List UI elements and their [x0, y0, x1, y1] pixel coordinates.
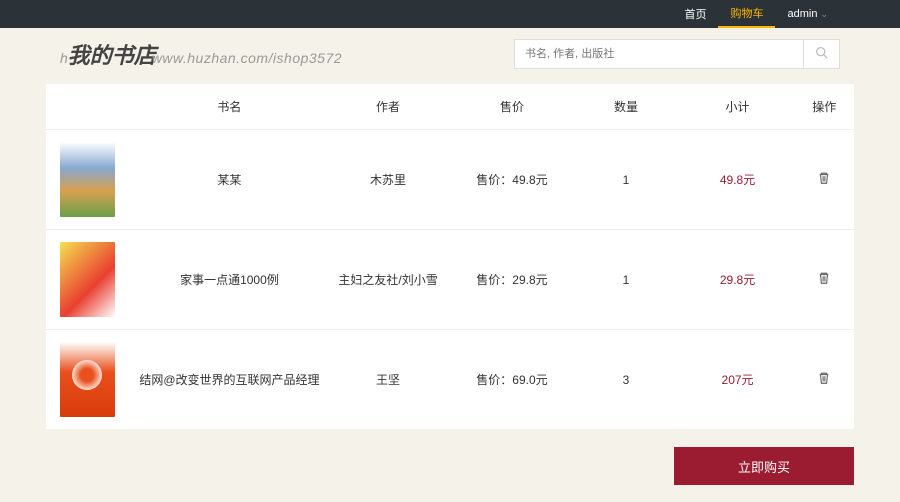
table-header-row: 书名 作者 售价 数量 小计 操作 — [46, 84, 854, 129]
cell-subtotal: 29.8元 — [681, 271, 795, 288]
cell-name: 结网@改变世界的互联网产品经理 — [135, 371, 323, 388]
cell-thumb — [46, 342, 135, 417]
watermark-text: www.huzhan.com/ishop3572 — [152, 50, 342, 66]
trash-icon — [817, 374, 831, 388]
search-wrap — [514, 39, 840, 69]
col-name-header: 书名 — [135, 98, 323, 115]
cell-action — [795, 171, 854, 188]
header: h 我的书店 www.huzhan.com/ishop3572 — [0, 28, 900, 84]
chevron-down-icon: ⌄ — [820, 9, 828, 20]
col-price-header: 售价 — [453, 98, 572, 115]
cell-author: 木苏里 — [324, 171, 453, 188]
table-row: 家事一点通1000例 主妇之友社/刘小雪 售价：29.8元 1 29.8元 — [46, 229, 854, 329]
logo-area: h 我的书店 www.huzhan.com/ishop3572 — [60, 38, 342, 70]
cell-quantity: 1 — [571, 173, 680, 187]
col-thumb-header — [46, 98, 135, 115]
delete-button[interactable] — [817, 171, 831, 185]
cell-quantity: 1 — [571, 273, 680, 287]
cell-price: 售价：49.8元 — [453, 171, 572, 188]
table-row: 结网@改变世界的互联网产品经理 王坚 售价：69.0元 3 207元 — [46, 329, 854, 429]
col-qty-header: 数量 — [571, 98, 680, 115]
cell-name: 家事一点通1000例 — [135, 271, 323, 288]
delete-button[interactable] — [817, 271, 831, 285]
cell-action — [795, 371, 854, 388]
cell-subtotal: 49.8元 — [681, 171, 795, 188]
col-subtotal-header: 小计 — [681, 98, 795, 115]
table-row: 某某 木苏里 售价：49.8元 1 49.8元 — [46, 129, 854, 229]
book-thumbnail — [60, 142, 115, 217]
cell-price: 售价：29.8元 — [453, 271, 572, 288]
cell-action — [795, 271, 854, 288]
col-author-header: 作者 — [324, 98, 453, 115]
cart-content: 书名 作者 售价 数量 小计 操作 某某 木苏里 售价：49.8元 1 49.8… — [46, 84, 854, 429]
footer-bar: 立即购买 — [46, 447, 854, 485]
trash-icon — [817, 174, 831, 188]
cell-name: 某某 — [135, 171, 323, 188]
site-title: 我的书店 — [68, 38, 156, 70]
trash-icon — [817, 274, 831, 288]
cell-price: 售价：69.0元 — [453, 371, 572, 388]
book-thumbnail — [60, 242, 115, 317]
col-action-header: 操作 — [795, 98, 854, 115]
watermark-prefix: h — [60, 50, 68, 66]
search-icon — [815, 46, 828, 62]
nav-user-label: admin — [787, 8, 817, 20]
nav-user-dropdown[interactable]: admin ⌄ — [775, 0, 840, 28]
search-input[interactable] — [514, 39, 804, 69]
cell-subtotal: 207元 — [681, 371, 795, 388]
cell-author: 主妇之友社/刘小雪 — [324, 271, 453, 288]
search-button[interactable] — [804, 39, 840, 69]
top-navbar: 首页 购物车 admin ⌄ — [0, 0, 900, 28]
buy-now-button[interactable]: 立即购买 — [674, 447, 854, 485]
cell-quantity: 3 — [571, 373, 680, 387]
nav-cart[interactable]: 购物车 — [718, 0, 775, 28]
cell-thumb — [46, 242, 135, 317]
cart-table: 书名 作者 售价 数量 小计 操作 某某 木苏里 售价：49.8元 1 49.8… — [46, 84, 854, 429]
delete-button[interactable] — [817, 371, 831, 385]
book-thumbnail — [60, 342, 115, 417]
cell-thumb — [46, 142, 135, 217]
nav-home[interactable]: 首页 — [672, 0, 718, 28]
cell-author: 王坚 — [324, 371, 453, 388]
